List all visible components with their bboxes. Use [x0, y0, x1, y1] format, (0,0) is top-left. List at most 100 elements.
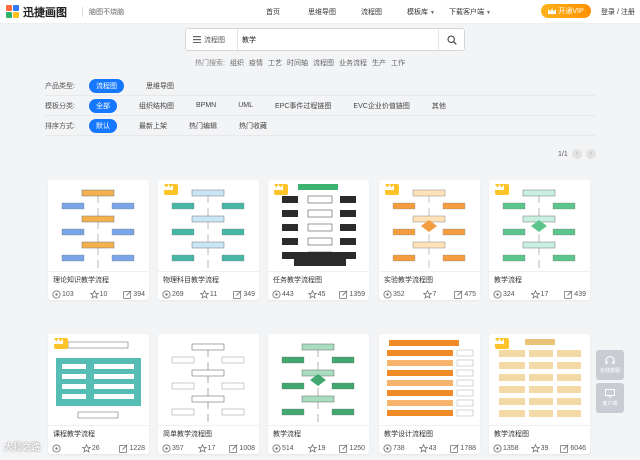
login-register-link[interactable]: 登录 / 注册 [601, 7, 635, 17]
hot-tag[interactable]: 时间轴 [287, 58, 308, 68]
template-card[interactable]: 教学流程 324 17 439 [489, 180, 590, 300]
template-stats: 514 19 1250 [268, 440, 369, 454]
template-thumbnail[interactable] [489, 334, 590, 426]
template-title[interactable]: 理论知识教学流程 [48, 272, 149, 286]
view-count: 103 [52, 288, 74, 300]
favorite-count[interactable]: 11 [199, 288, 217, 300]
search-bar: 流程图 [185, 28, 465, 51]
prev-page-button[interactable]: ‹ [571, 149, 582, 159]
template-card[interactable]: 理论知识教学流程 103 10 394 [48, 180, 149, 300]
template-card[interactable]: 简单教学流程图 357 17 1008 [158, 334, 259, 454]
template-thumbnail[interactable] [379, 180, 480, 272]
template-card[interactable]: 课程教学流程 26 1228 [48, 334, 149, 454]
filter-option-other[interactable]: 其他 [432, 101, 446, 111]
template-thumbnail[interactable] [379, 334, 480, 426]
view-count-icon [493, 443, 502, 453]
template-preview-diagram [61, 189, 135, 268]
template-card[interactable]: 教学流程图 1358 39 6046 [489, 334, 590, 454]
search-icon [446, 34, 457, 45]
template-card[interactable]: 实验教学流程图 352 7 475 [379, 180, 480, 300]
template-title[interactable]: 教学流程 [489, 272, 590, 286]
filter-option-mindmap[interactable]: 思维导图 [146, 81, 174, 91]
template-thumbnail[interactable] [158, 180, 259, 272]
template-card[interactable]: 任务教学流程图 443 45 1359 [268, 180, 369, 300]
template-title[interactable]: 教学设计流程图 [379, 426, 480, 440]
view-count-icon [383, 443, 392, 453]
hot-tag[interactable]: 工艺 [268, 58, 282, 68]
page-indicator: 1/1 [558, 150, 568, 158]
monitor-icon [605, 389, 615, 398]
template-thumbnail[interactable] [48, 334, 149, 426]
filter-option-flowchart[interactable]: 流程图 [89, 78, 124, 93]
favorite-count[interactable]: 19 [307, 442, 325, 454]
template-title[interactable]: 课程教学流程 [48, 426, 149, 440]
template-thumbnail[interactable] [268, 180, 369, 272]
next-page-button[interactable]: › [585, 149, 596, 159]
search-button[interactable] [438, 29, 464, 50]
hot-tag[interactable]: 疫情 [249, 58, 263, 68]
hot-tag[interactable]: 流程图 [313, 58, 334, 68]
online-service-button[interactable]: 在线客服 [596, 350, 624, 380]
template-card[interactable]: 物理科目教学流程 269 11 349 [158, 180, 259, 300]
view-count-icon [52, 289, 61, 299]
client-download-button[interactable]: 客户端 [596, 383, 624, 413]
favorite-count-value: 17 [540, 290, 549, 298]
template-card[interactable]: 教学设计流程图 738 43 1788 [379, 334, 480, 454]
favorite-count[interactable]: 7 [422, 288, 437, 300]
nav-home[interactable]: 首页 [266, 7, 280, 17]
favorite-count-value: 45 [317, 290, 326, 298]
logo[interactable]: 迅捷画图 [6, 4, 67, 20]
sort-option-hot-edit[interactable]: 热门编辑 [189, 121, 217, 131]
hot-tag[interactable]: 业务流程 [339, 58, 367, 68]
template-title[interactable]: 教学流程图 [489, 426, 590, 440]
favorite-count[interactable]: 26 [81, 442, 100, 454]
search-category-select[interactable]: 流程图 [186, 29, 238, 50]
sort-option-hot-favorite[interactable]: 热门收藏 [239, 121, 267, 131]
favorite-count[interactable]: 45 [307, 288, 326, 300]
filter-option-uml[interactable]: UML [238, 102, 253, 109]
nav-download-client[interactable]: 下载客户端 ▼ [449, 7, 491, 17]
online-service-label: 在线客服 [599, 368, 620, 374]
template-thumbnail[interactable] [489, 180, 590, 272]
edit-count-value: 394 [133, 290, 145, 298]
edit-count: 394 [123, 288, 145, 300]
sort-option-newest[interactable]: 最新上架 [139, 121, 167, 131]
filter-option-org-chart[interactable]: 组织结构图 [139, 101, 174, 111]
view-count-value: 1358 [503, 444, 519, 452]
favorite-count[interactable]: 17 [197, 442, 216, 454]
template-thumbnail[interactable] [268, 334, 369, 426]
favorite-count[interactable]: 43 [418, 442, 436, 454]
template-title[interactable]: 物理科目教学流程 [158, 272, 259, 286]
vip-button[interactable]: 开通VIP [541, 4, 591, 18]
favorite-count-value: 17 [207, 444, 216, 452]
filter-option-bpmn[interactable]: BPMN [196, 102, 216, 109]
edit-count-value: 6046 [570, 444, 586, 452]
view-count-icon [493, 289, 502, 299]
nav-flowchart[interactable]: 流程图 [361, 7, 382, 17]
hot-tag[interactable]: 生产 [372, 58, 386, 68]
template-title[interactable]: 教学流程 [268, 426, 369, 440]
template-title[interactable]: 实验教学流程图 [379, 272, 480, 286]
search-input[interactable] [242, 31, 422, 48]
sort-option-default[interactable]: 默认 [89, 118, 117, 133]
template-title[interactable]: 简单教学流程图 [158, 426, 259, 440]
edit-count-value: 1228 [129, 444, 145, 452]
template-stats: 103 10 394 [48, 286, 149, 300]
favorite-count[interactable]: 17 [530, 288, 549, 300]
template-thumbnail[interactable] [158, 334, 259, 426]
template-card[interactable]: 教学流程 514 19 1250 [268, 334, 369, 454]
edit-count-value: 475 [464, 290, 476, 298]
template-title[interactable]: 任务教学流程图 [268, 272, 369, 286]
filter-option-all[interactable]: 全部 [89, 98, 117, 113]
filter-option-epc[interactable]: EPC事件过程链图 [275, 101, 331, 111]
favorite-count-value: 7 [432, 290, 437, 298]
template-thumbnail[interactable] [48, 180, 149, 272]
favorite-count[interactable]: 39 [530, 442, 548, 454]
hot-tag[interactable]: 工作 [391, 58, 405, 68]
star-icon [197, 443, 207, 453]
nav-mindmap[interactable]: 思维导图 [308, 7, 336, 17]
filter-option-evc[interactable]: EVC企业价值链图 [353, 101, 409, 111]
favorite-count[interactable]: 10 [89, 288, 107, 300]
hot-tag[interactable]: 组织 [230, 58, 244, 68]
nav-template-library[interactable]: 模板库 ▼ [407, 7, 435, 17]
